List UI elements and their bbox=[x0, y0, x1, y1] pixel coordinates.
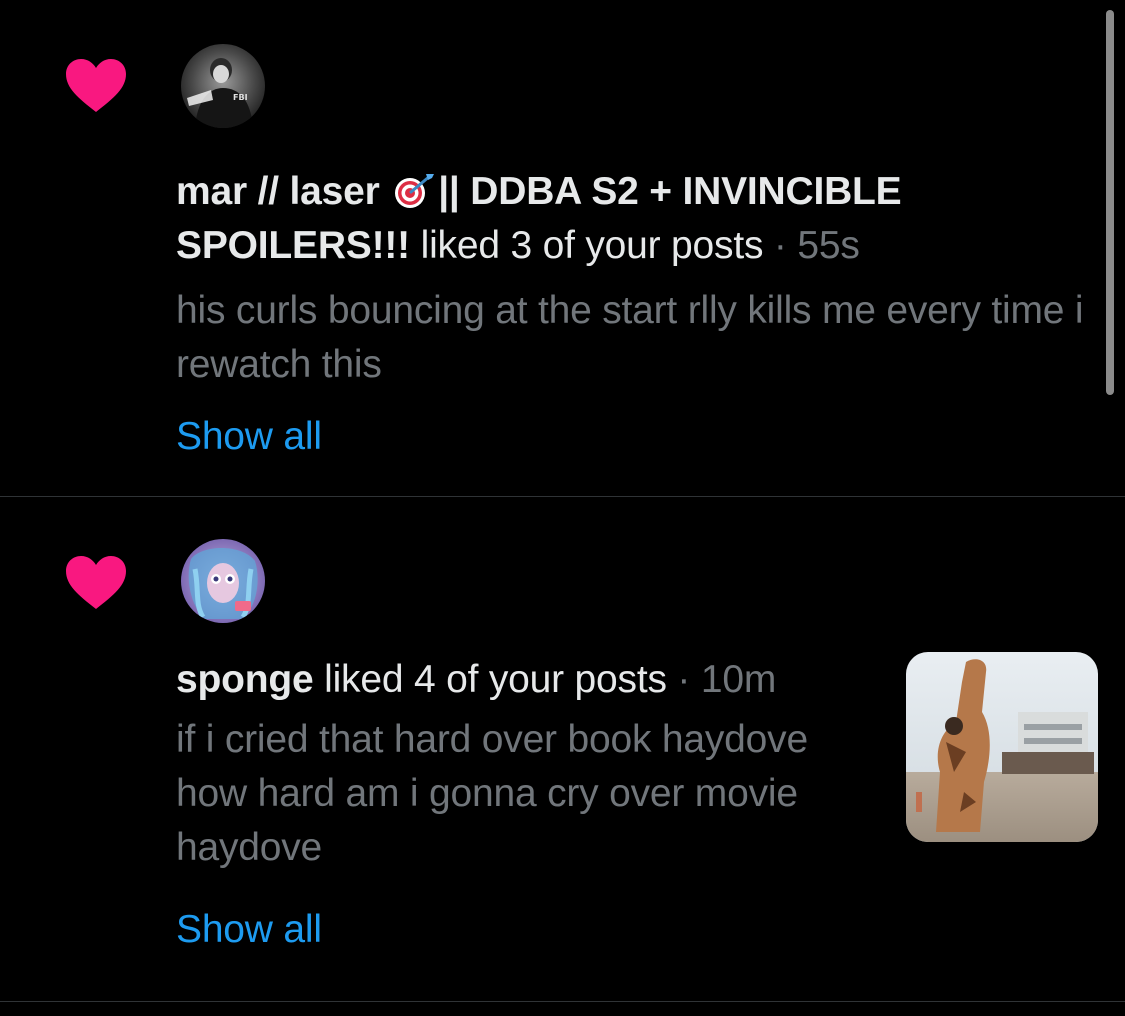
action-text: liked 3 of your posts bbox=[420, 224, 764, 267]
notification-headline: mar // laser || DDBA S2 + INVINCIBLE SPO… bbox=[176, 165, 1036, 273]
avatar[interactable] bbox=[181, 539, 265, 623]
timestamp: 10m bbox=[700, 658, 777, 701]
separator: · bbox=[773, 224, 787, 267]
post-thumbnail[interactable] bbox=[906, 652, 1098, 842]
show-all-link[interactable]: Show all bbox=[176, 903, 322, 957]
post-preview[interactable]: his curls bouncing at the start rlly kil… bbox=[176, 284, 1096, 392]
notification-item[interactable]: sponge liked 4 of your posts · 10m if i … bbox=[0, 497, 1125, 1002]
show-all-link[interactable]: Show all bbox=[176, 410, 322, 464]
heart-icon bbox=[66, 556, 126, 609]
username[interactable]: sponge bbox=[176, 658, 314, 701]
scrollbar[interactable] bbox=[1106, 10, 1114, 395]
post-preview[interactable]: if i cried that hard over book haydove h… bbox=[176, 713, 866, 875]
timestamp: 55s bbox=[797, 224, 860, 267]
action-text: liked 4 of your posts bbox=[324, 658, 667, 701]
avatar[interactable]: FBI bbox=[181, 44, 265, 128]
notification-item[interactable]: FBI mar // laser || DDBA S2 + INVINCIBLE… bbox=[0, 0, 1125, 497]
heart-icon bbox=[66, 59, 126, 112]
direct-hit-emoji-icon bbox=[395, 174, 435, 208]
svg-text:FBI: FBI bbox=[233, 93, 248, 102]
notifications-feed: FBI mar // laser || DDBA S2 + INVINCIBLE… bbox=[0, 0, 1125, 1002]
separator: · bbox=[677, 658, 691, 701]
notification-headline: sponge liked 4 of your posts · 10m bbox=[176, 653, 876, 707]
